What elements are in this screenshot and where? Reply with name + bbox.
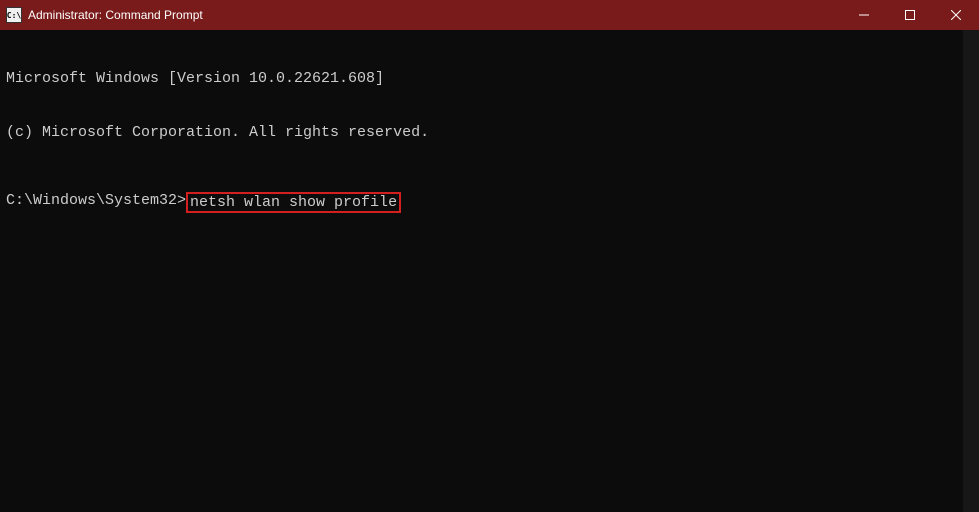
cmd-icon-text: C:\ bbox=[7, 11, 21, 20]
window-title: Administrator: Command Prompt bbox=[28, 8, 203, 22]
maximize-button[interactable] bbox=[887, 0, 933, 30]
cmd-icon: C:\ bbox=[6, 7, 22, 23]
minimize-button[interactable] bbox=[841, 0, 887, 30]
minimize-icon bbox=[859, 10, 869, 20]
close-button[interactable] bbox=[933, 0, 979, 30]
terminal-output[interactable]: Microsoft Windows [Version 10.0.22621.60… bbox=[0, 30, 979, 512]
command-highlight: netsh wlan show profile bbox=[186, 192, 401, 213]
close-icon bbox=[951, 10, 961, 20]
scrollbar-track[interactable] bbox=[963, 30, 979, 512]
window-controls bbox=[841, 0, 979, 30]
prompt-path: C:\Windows\System32> bbox=[6, 192, 186, 213]
typed-command: netsh wlan show profile bbox=[190, 194, 397, 211]
titlebar[interactable]: C:\ Administrator: Command Prompt bbox=[0, 0, 979, 30]
terminal-line-1: Microsoft Windows [Version 10.0.22621.60… bbox=[6, 70, 973, 88]
terminal-line-2: (c) Microsoft Corporation. All rights re… bbox=[6, 124, 973, 142]
maximize-icon bbox=[905, 10, 915, 20]
titlebar-left: C:\ Administrator: Command Prompt bbox=[6, 7, 203, 23]
command-prompt-window: C:\ Administrator: Command Prompt Micros… bbox=[0, 0, 979, 512]
prompt-line: C:\Windows\System32>netsh wlan show prof… bbox=[6, 192, 973, 213]
